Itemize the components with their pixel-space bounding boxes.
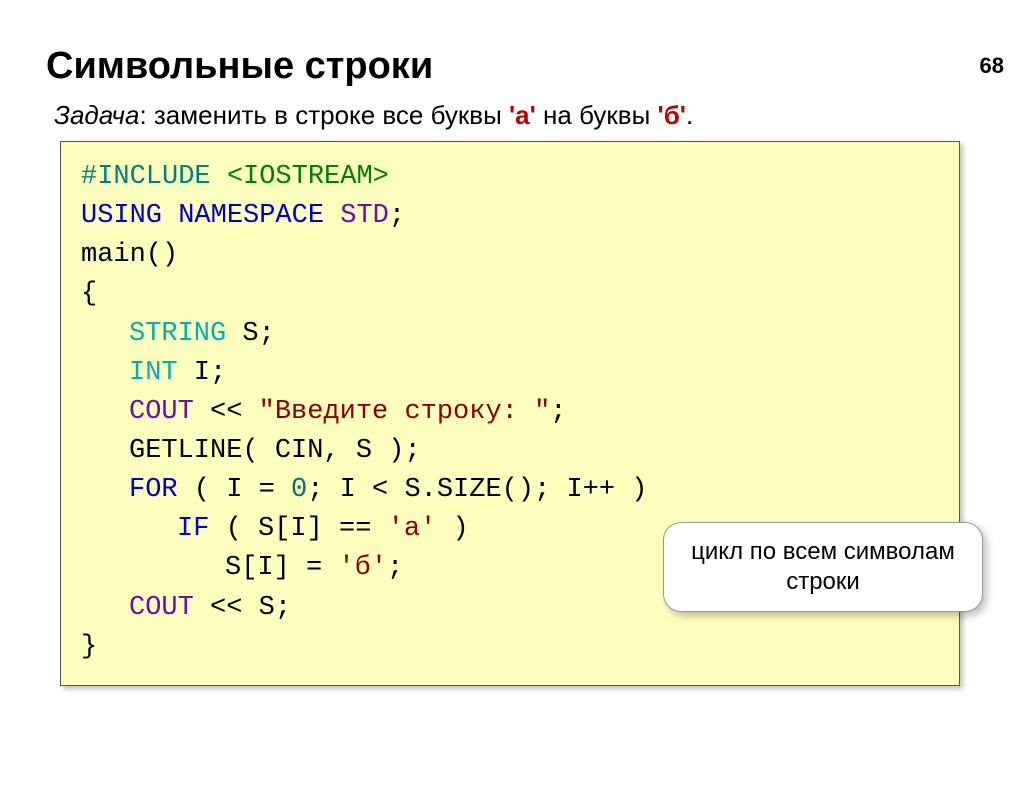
var-i: I; bbox=[178, 358, 227, 388]
string-kw: STRING bbox=[129, 319, 226, 349]
code-line-3: main() bbox=[81, 236, 939, 275]
code-line-5: STRING S; bbox=[81, 315, 939, 354]
cout-rest: << S; bbox=[194, 593, 291, 623]
semi3: ; bbox=[387, 553, 403, 583]
if-close: ) bbox=[436, 514, 468, 544]
code-block: #INCLUDE <IOSTREAM> USING NAMESPACE STD;… bbox=[60, 141, 960, 686]
code-line-9: FOR ( I = 0; I < S.SIZE(); I++ ) bbox=[81, 471, 939, 510]
task-char-a: 'а' bbox=[509, 100, 536, 130]
code-line-4: { bbox=[81, 275, 939, 314]
page-number: 68 bbox=[980, 53, 1004, 79]
task-mid: на буквы bbox=[536, 100, 658, 130]
int-kw: INT bbox=[129, 358, 178, 388]
callout-box: цикл по всем символам строки bbox=[663, 522, 983, 612]
if-kw: IF bbox=[177, 514, 209, 544]
code-line-6: INT I; bbox=[81, 354, 939, 393]
hash: # bbox=[81, 162, 97, 192]
semi: ; bbox=[389, 201, 405, 231]
var-s: S; bbox=[226, 319, 275, 349]
code-line-13: } bbox=[81, 628, 939, 667]
for-mid: ; I < S. bbox=[307, 475, 437, 505]
std-kw: STD bbox=[340, 201, 389, 231]
for-open: ( I = bbox=[178, 475, 291, 505]
iostream: <IOSTREAM> bbox=[211, 162, 389, 192]
code-line-8: GETLINE( CIN, S ); bbox=[81, 432, 939, 471]
namespace-kw: NAMESPACE bbox=[178, 201, 340, 231]
cout-kw2: COUT bbox=[129, 593, 194, 623]
code-line-1: #INCLUDE <IOSTREAM> bbox=[81, 158, 939, 197]
task-end: . bbox=[686, 100, 693, 130]
char-b: 'б' bbox=[338, 553, 387, 583]
if-open: ( S[I] == bbox=[209, 514, 387, 544]
code-line-7: COUT << "Введите строку: "; bbox=[81, 393, 939, 432]
op: << bbox=[194, 397, 259, 427]
for-kw: FOR bbox=[129, 475, 178, 505]
semi2: ; bbox=[550, 397, 566, 427]
zero: 0 bbox=[291, 475, 307, 505]
task-text1: : заменить в строке все буквы bbox=[139, 100, 509, 130]
task-description: Задача: заменить в строке все буквы 'а' … bbox=[54, 100, 1024, 131]
for-close: (); I++ ) bbox=[502, 475, 648, 505]
assign-lhs: S[I] = bbox=[225, 553, 338, 583]
slide-heading: Символьные строки bbox=[46, 45, 1024, 88]
include-kw: INCLUDE bbox=[97, 162, 210, 192]
task-label: Задача bbox=[54, 100, 139, 130]
string-literal: "Введите строку: " bbox=[259, 397, 551, 427]
char-a: 'а' bbox=[388, 514, 437, 544]
code-line-2: USING NAMESPACE STD; bbox=[81, 197, 939, 236]
using-kw: USING bbox=[81, 201, 178, 231]
task-char-b: 'б' bbox=[658, 100, 686, 130]
size: SIZE bbox=[437, 475, 502, 505]
cout-kw: COUT bbox=[129, 397, 194, 427]
